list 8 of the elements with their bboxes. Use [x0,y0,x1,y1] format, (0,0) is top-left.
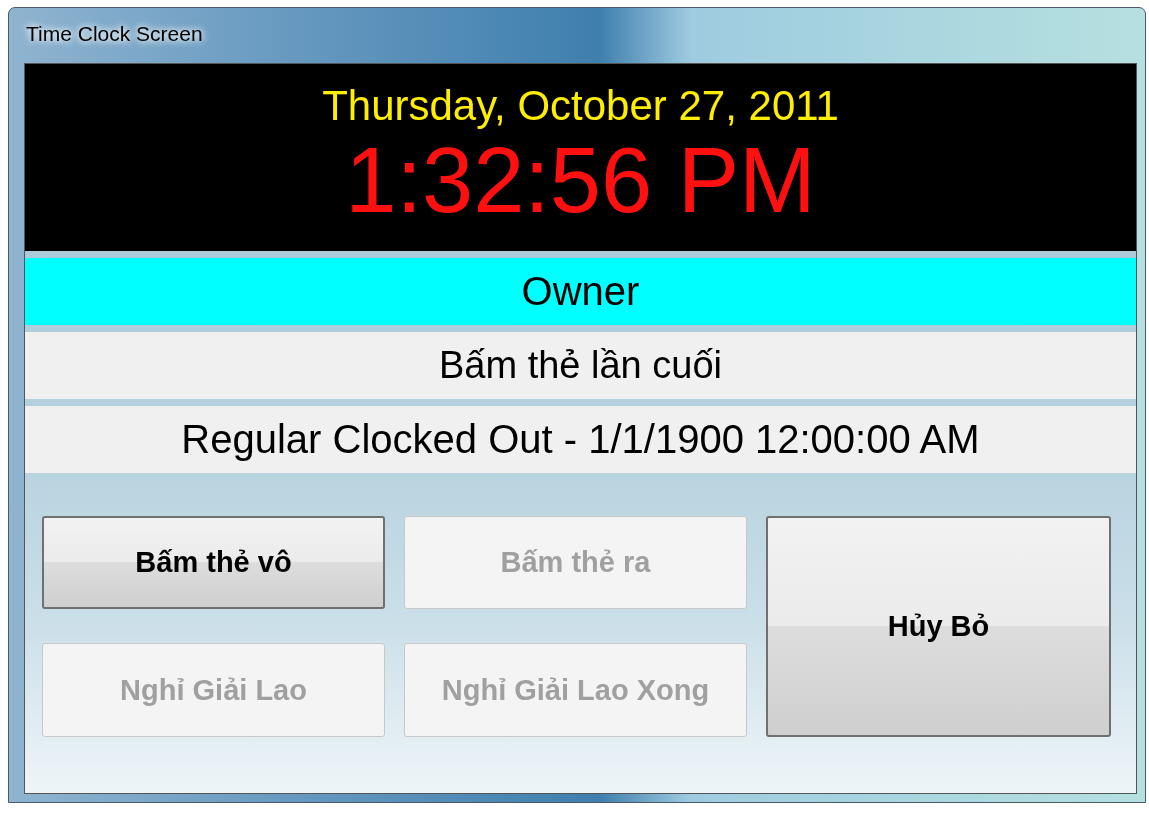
last-punch-value: Regular Clocked Out - 1/1/1900 12:00:00 AM [25,406,1136,473]
window-title: Time Clock Screen [26,22,203,46]
date-text: Thursday, October 27, 2011 [322,82,839,130]
action-button[interactable]: Bấm thẻ vô [42,516,385,609]
last-punch-label: Bấm thẻ lần cuối [25,332,1136,399]
time-text: 1:32:56 PM [345,130,816,230]
employee-name: Owner [25,258,1136,325]
action-button[interactable]: Hủy Bỏ [766,516,1111,737]
